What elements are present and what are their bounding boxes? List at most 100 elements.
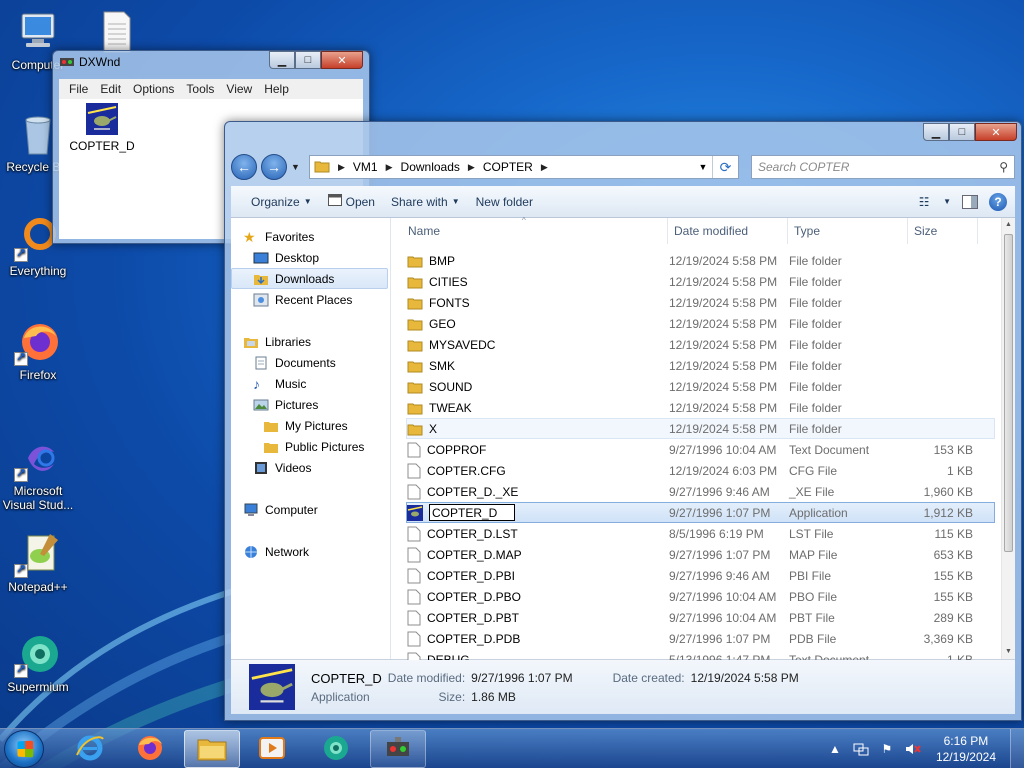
address-bar[interactable]: ▶ VM1 ▶ Downloads ▶ COPTER ▶ ▼ ⟳ — [309, 155, 739, 179]
explorer-window[interactable]: ▁ □ ✕ ← → ▼ ▶ VM1 ▶ Downloads ▶ COPTER ▶… — [224, 121, 1022, 721]
start-button[interactable] — [4, 730, 44, 768]
vertical-scrollbar[interactable]: ▲ ▼ — [1001, 218, 1015, 659]
menu-options[interactable]: Options — [127, 79, 180, 99]
nav-recent-places[interactable]: Recent Places — [231, 289, 390, 310]
nav-public-pictures[interactable]: Public Pictures — [231, 436, 390, 457]
file-row[interactable]: BMP 12/19/2024 5:58 PM File folder — [406, 250, 995, 271]
breadcrumb-chevron-icon[interactable]: ▶ — [334, 162, 349, 173]
file-row[interactable]: COPTER_D.MAP 9/27/1996 1:07 PM MAP File 653… — [406, 544, 995, 565]
nav-desktop[interactable]: Desktop — [231, 247, 390, 268]
file-icon — [407, 589, 421, 605]
desktop-icon-firefox[interactable]: Firefox — [0, 318, 76, 382]
scroll-up-icon[interactable]: ▲ — [1002, 218, 1015, 232]
file-row[interactable]: SOUND 12/19/2024 5:58 PM File folder — [406, 376, 995, 397]
file-row[interactable]: X 12/19/2024 5:58 PM File folder — [406, 418, 995, 439]
shortcut-arrow-icon — [14, 350, 28, 366]
refresh-icon[interactable]: ⟳ — [712, 156, 738, 178]
column-header-date[interactable]: Date modified — [668, 218, 788, 244]
taskbar-dxwnd[interactable] — [370, 730, 426, 768]
file-row[interactable]: CITIES 12/19/2024 5:58 PM File folder — [406, 271, 995, 292]
address-dropdown-icon[interactable]: ▼ — [694, 162, 712, 172]
minimize-button[interactable]: ▁ — [269, 51, 295, 69]
desktop-icon-notepad-plus-plus[interactable]: Notepad++ — [0, 530, 76, 594]
nav-downloads[interactable]: Downloads — [231, 268, 388, 289]
nav-videos[interactable]: Videos — [231, 457, 390, 478]
action-center-flag-icon[interactable]: ⚑ — [879, 741, 895, 757]
file-row[interactable]: COPTER_D.PBT 9/27/1996 10:04 AM PBT File 28… — [406, 607, 995, 628]
nav-network[interactable]: Network — [231, 541, 390, 562]
share-with-button[interactable]: Share with ▼ — [383, 186, 468, 217]
nav-libraries[interactable]: Libraries — [231, 331, 390, 352]
file-row[interactable]: COPTER_D.PBI 9/27/1996 9:46 AM PBI File 155… — [406, 565, 995, 586]
search-input[interactable]: Search COPTER ⚲ — [751, 155, 1015, 179]
clock[interactable]: 6:16 PM 12/19/2024 — [936, 733, 996, 765]
recent-locations-dropdown[interactable]: ▼ — [291, 162, 301, 172]
view-options-icon[interactable]: ☷ — [915, 194, 933, 210]
breadcrumb-vm1[interactable]: VM1 — [353, 160, 378, 174]
scroll-thumb[interactable] — [1004, 234, 1013, 552]
back-button[interactable]: ← — [231, 154, 257, 180]
file-row[interactable]: MYSAVEDC 12/19/2024 5:58 PM File folder — [406, 334, 995, 355]
breadcrumb-chevron-icon[interactable]: ▶ — [382, 162, 397, 173]
menu-help[interactable]: Help — [258, 79, 295, 99]
nav-documents[interactable]: Documents — [231, 352, 390, 373]
taskbar-firefox[interactable] — [122, 730, 178, 768]
file-row[interactable]: COPTER_D.LST 8/5/1996 6:19 PM LST File 115 … — [406, 523, 995, 544]
volume-muted-icon[interactable] — [905, 741, 921, 757]
file-row[interactable]: COPTER_D.PDB 9/27/1996 1:07 PM PDB File 3,3… — [406, 628, 995, 649]
dxwnd-titlebar[interactable]: DXWnd ▁ □ ✕ — [53, 51, 369, 73]
desktop-icon-visual-studio[interactable]: Microsoft Visual Stud... — [0, 434, 76, 512]
nav-computer[interactable]: Computer — [231, 499, 390, 520]
file-row[interactable]: FONTS 12/19/2024 5:58 PM File folder — [406, 292, 995, 313]
file-row[interactable]: COPPROF 9/27/1996 10:04 AM Text Document 15… — [406, 439, 995, 460]
taskbar-supermium[interactable] — [308, 730, 364, 768]
nav-pictures[interactable]: Pictures — [231, 394, 390, 415]
file-row[interactable]: GEO 12/19/2024 5:58 PM File folder — [406, 313, 995, 334]
show-desktop-button[interactable] — [1010, 729, 1024, 768]
column-header-name[interactable]: ^ Name — [392, 216, 668, 244]
breadcrumb-chevron-icon[interactable]: ▶ — [537, 162, 552, 173]
network-status-icon[interactable] — [853, 741, 869, 757]
column-header-size[interactable]: Size — [908, 218, 978, 244]
menu-file[interactable]: File — [63, 79, 94, 99]
organize-button[interactable]: Organize ▼ — [243, 186, 320, 217]
file-row[interactable]: COPTER_D._XE 9/27/1996 9:46 AM _XE File 1,9… — [406, 481, 995, 502]
file-row[interactable]: COPTER_D.PBO 9/27/1996 10:04 AM PBO File 15… — [406, 586, 995, 607]
clock-time: 6:16 PM — [943, 734, 989, 748]
maximize-button[interactable]: □ — [949, 123, 975, 141]
breadcrumb-downloads[interactable]: Downloads — [401, 160, 460, 174]
breadcrumb-copter[interactable]: COPTER — [483, 160, 533, 174]
taskbar-internet-explorer[interactable] — [62, 730, 118, 768]
rename-input[interactable]: COPTER_D — [429, 504, 515, 521]
file-row[interactable]: COPTER_D 9/27/1996 1:07 PM Application 1,91… — [406, 502, 995, 523]
dxwnd-program-entry[interactable]: COPTER_D — [67, 103, 137, 153]
close-button[interactable]: ✕ — [321, 51, 363, 69]
open-app-icon — [327, 194, 342, 209]
menu-view[interactable]: View — [220, 79, 258, 99]
menu-edit[interactable]: Edit — [94, 79, 127, 99]
view-dropdown-icon[interactable]: ▼ — [943, 197, 951, 206]
menu-tools[interactable]: Tools — [180, 79, 220, 99]
preview-pane-icon[interactable] — [961, 194, 979, 210]
open-button[interactable]: Open — [320, 186, 383, 217]
show-hidden-icons-icon[interactable]: ▲ — [827, 741, 843, 757]
nav-music[interactable]: ♪ Music — [231, 373, 390, 394]
taskbar-file-explorer[interactable] — [184, 730, 240, 768]
column-header-type[interactable]: Type — [788, 218, 908, 244]
file-row[interactable]: SMK 12/19/2024 5:58 PM File folder — [406, 355, 995, 376]
taskbar-media-player[interactable] — [244, 730, 300, 768]
minimize-button[interactable]: ▁ — [923, 123, 949, 141]
help-icon[interactable]: ? — [989, 192, 1007, 211]
desktop-icon-supermium[interactable]: Supermium — [0, 630, 76, 694]
forward-button[interactable]: → — [261, 154, 287, 180]
breadcrumb-chevron-icon[interactable]: ▶ — [464, 162, 479, 173]
explorer-titlebar[interactable]: ▁ □ ✕ — [225, 122, 1021, 144]
maximize-button[interactable]: □ — [295, 51, 321, 69]
new-folder-button[interactable]: New folder — [468, 186, 541, 217]
close-button[interactable]: ✕ — [975, 123, 1017, 141]
nav-my-pictures[interactable]: My Pictures — [231, 415, 390, 436]
file-row[interactable]: TWEAK 12/19/2024 5:58 PM File folder — [406, 397, 995, 418]
scroll-down-icon[interactable]: ▼ — [1002, 645, 1015, 659]
file-row[interactable]: COPTER.CFG 12/19/2024 6:03 PM CFG File 1 KB — [406, 460, 995, 481]
nav-favorites[interactable]: ★ Favorites — [231, 226, 390, 247]
